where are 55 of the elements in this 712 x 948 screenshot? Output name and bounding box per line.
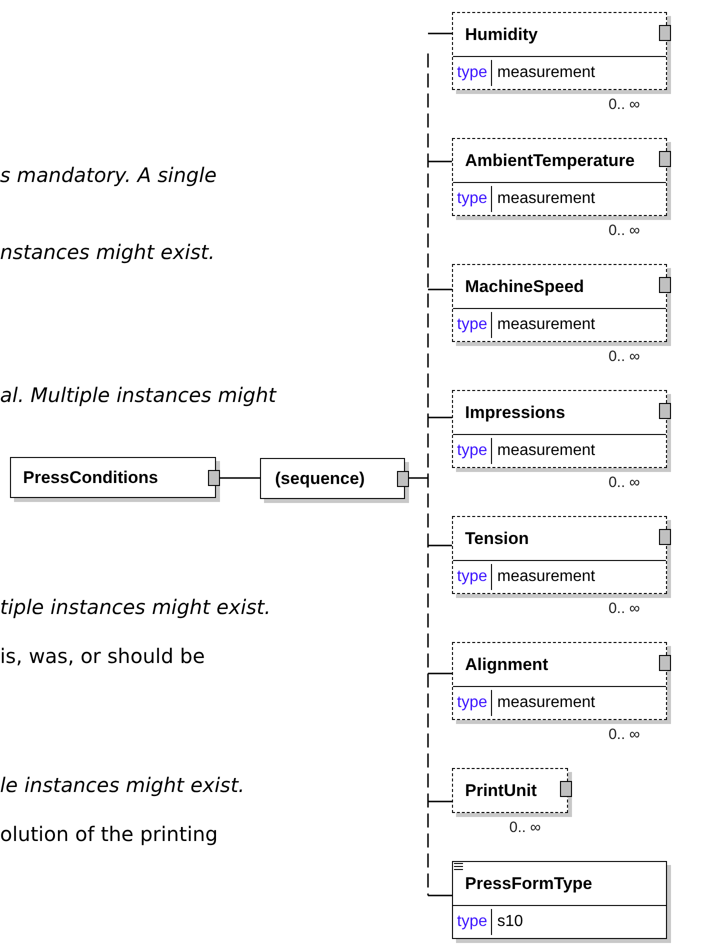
- type-label[interactable]: type: [453, 438, 492, 464]
- type-label[interactable]: type: [453, 690, 492, 716]
- expand-icon[interactable]: [208, 470, 220, 486]
- expand-icon[interactable]: [659, 403, 671, 419]
- type-value: measurement: [496, 63, 596, 83]
- description-text: s mandatory. A single: [0, 163, 217, 187]
- expand-icon[interactable]: [560, 781, 572, 797]
- sequence-label: (sequence): [275, 468, 365, 490]
- expand-icon[interactable]: [659, 151, 671, 167]
- type-value: measurement: [496, 567, 596, 587]
- description-text: is, was, or should be: [0, 644, 205, 668]
- connector-line: [428, 672, 452, 674]
- occurrence-label: 0.. ∞: [608, 472, 640, 493]
- occurrence-label: 0.. ∞: [608, 598, 640, 619]
- element-name: Impressions: [465, 402, 566, 424]
- type-label[interactable]: type: [453, 564, 492, 590]
- connector-line: [428, 288, 452, 290]
- element-name: PressFormType: [465, 872, 592, 895]
- element-name: Humidity: [465, 24, 538, 46]
- connector-line: [428, 800, 452, 802]
- connector-line: [428, 544, 452, 546]
- expand-icon[interactable]: [397, 471, 409, 487]
- connector-line: [428, 32, 452, 34]
- description-text: olution of the printing: [0, 822, 218, 846]
- expand-icon[interactable]: [659, 655, 671, 671]
- type-value: measurement: [496, 441, 596, 461]
- type-value: measurement: [496, 693, 596, 713]
- expand-icon[interactable]: [659, 529, 671, 545]
- element-name: Alignment: [465, 654, 548, 676]
- type-label[interactable]: type: [453, 60, 492, 86]
- description-text: tiple instances might exist.: [0, 595, 271, 619]
- element-name: Tension: [465, 528, 529, 550]
- occurrence-label: 0.. ∞: [608, 724, 640, 745]
- occurrence-label: 0.. ∞: [608, 346, 640, 367]
- element-name: PrintUnit: [465, 780, 537, 802]
- occurrence-label: 0.. ∞: [608, 94, 640, 115]
- description-text: le instances might exist.: [0, 773, 245, 797]
- element-name: AmbientTemperature: [465, 150, 635, 172]
- connector-line: [428, 894, 452, 896]
- description-text: nstances might exist.: [0, 240, 215, 264]
- expand-icon[interactable]: [659, 277, 671, 293]
- description-text: al. Multiple instances might: [0, 383, 276, 407]
- type-value: s10: [496, 912, 524, 932]
- type-label[interactable]: type: [453, 909, 492, 935]
- occurrence-label: 0.. ∞: [608, 220, 640, 241]
- type-label[interactable]: type: [453, 186, 492, 212]
- type-value: measurement: [496, 189, 596, 209]
- occurrence-label: 0.. ∞: [509, 818, 541, 838]
- connector-line: [428, 416, 452, 418]
- connector-line: [428, 160, 452, 162]
- root-element-name: PressConditions: [23, 466, 158, 489]
- element-name: MachineSpeed: [465, 276, 584, 298]
- type-label[interactable]: type: [453, 312, 492, 338]
- expand-icon[interactable]: [659, 25, 671, 41]
- type-value: measurement: [496, 315, 596, 335]
